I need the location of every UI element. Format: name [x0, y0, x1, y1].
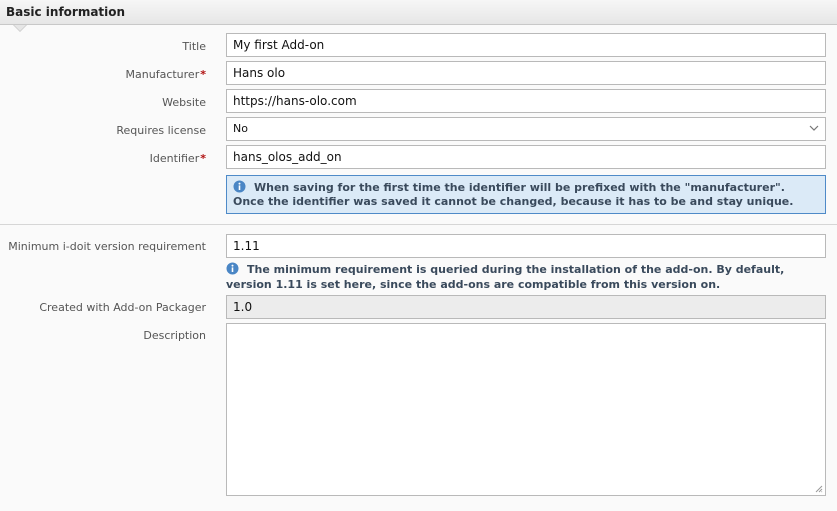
identifier-label: Identifier* — [150, 152, 206, 165]
requires-license-select[interactable]: No — [226, 117, 826, 141]
identifier-info-text: When saving for the first time the ident… — [233, 181, 794, 208]
required-marker: * — [200, 68, 206, 81]
description-textarea[interactable] — [226, 323, 826, 496]
description-label: Description — [143, 329, 206, 342]
description-label-text: Description — [143, 329, 206, 342]
requires-license-label: Requires license — [116, 124, 206, 137]
header-notch — [14, 25, 26, 31]
title-label: Title — [182, 40, 206, 53]
manufacturer-label: Manufacturer* — [126, 68, 206, 81]
website-input[interactable]: https://hans-olo.com — [226, 89, 826, 113]
resize-grip-icon[interactable] — [815, 485, 823, 493]
requires-license-value: No — [233, 122, 248, 135]
min-version-label-text: Minimum i-doit version requirement — [8, 240, 206, 253]
packager-label-text: Created with Add-on Packager — [39, 301, 206, 314]
required-marker: * — [200, 152, 206, 165]
manufacturer-input[interactable]: Hans olo — [226, 61, 826, 85]
manufacturer-label-text: Manufacturer — [125, 68, 200, 81]
website-label-text: Website — [162, 96, 206, 109]
section-divider — [0, 224, 837, 225]
identifier-input[interactable]: hans_olos_add_on — [226, 145, 826, 169]
section-title: Basic information — [6, 5, 126, 19]
min-version-info: The minimum requirement is queried durin… — [226, 262, 826, 292]
title-label-text: Title — [182, 40, 206, 53]
packager-version-field: 1.0 — [226, 295, 826, 319]
section-header: Basic information — [0, 0, 837, 25]
identifier-info-box: When saving for the first time the ident… — [226, 175, 826, 214]
chevron-down-icon — [809, 125, 819, 131]
website-label: Website — [162, 96, 206, 109]
identifier-label-text: Identifier — [149, 152, 200, 165]
title-input[interactable]: My first Add-on — [226, 33, 826, 57]
info-icon — [233, 180, 246, 193]
min-version-info-text: The minimum requirement is queried durin… — [226, 263, 785, 291]
min-version-label: Minimum i-doit version requirement — [8, 240, 206, 253]
packager-label: Created with Add-on Packager — [39, 301, 206, 314]
min-version-input[interactable]: 1.11 — [226, 234, 826, 258]
info-icon — [226, 262, 239, 275]
requires-license-label-text: Requires license — [116, 124, 206, 137]
